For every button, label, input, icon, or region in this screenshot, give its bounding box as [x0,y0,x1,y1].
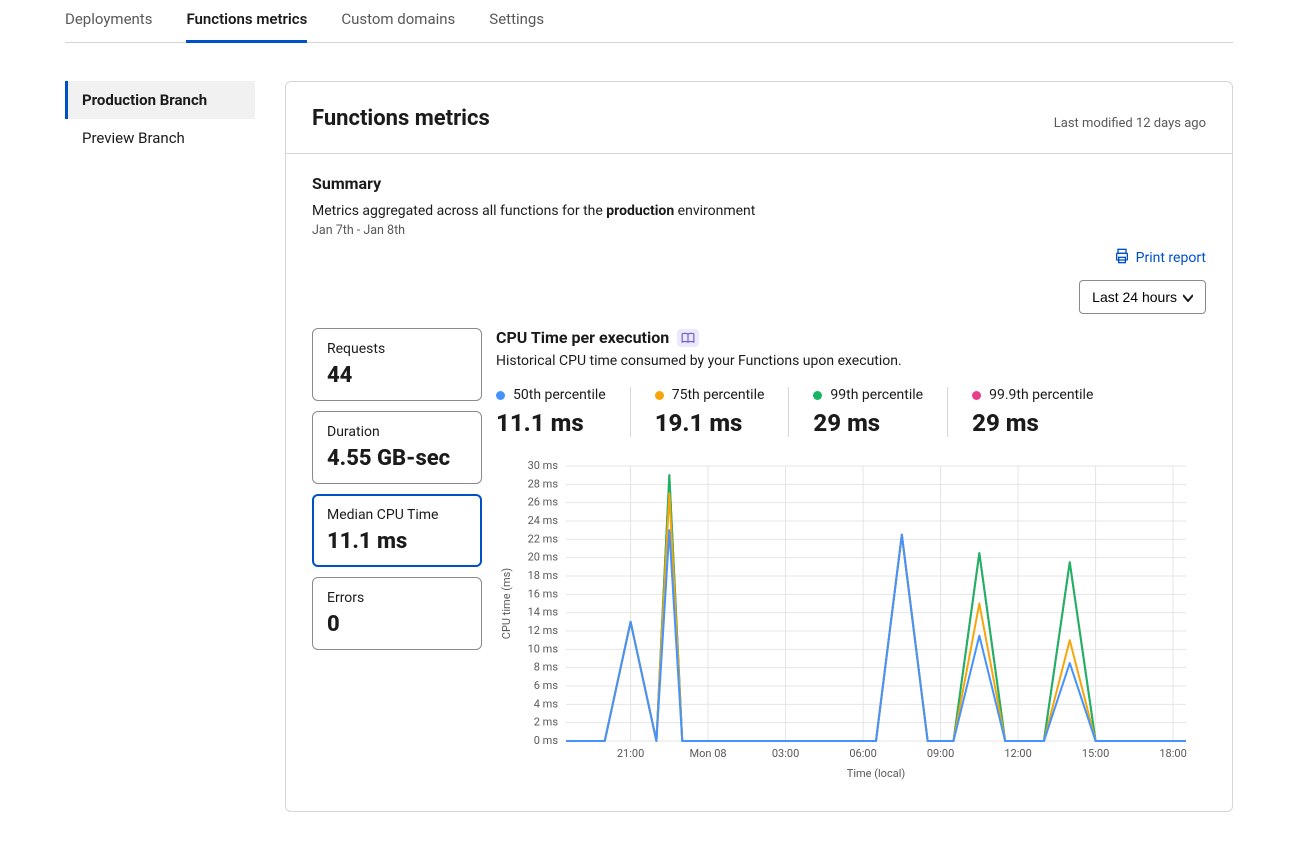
legend-dot [972,391,981,400]
percentile-stat: 75th percentile 19.1 ms [630,387,789,437]
metric-card-median-cpu-time[interactable]: Median CPU Time 11.1 ms [312,494,482,567]
metric-card-label: Median CPU Time [327,507,467,523]
percentile-value: 19.1 ms [655,409,765,437]
svg-text:14 ms: 14 ms [528,606,559,619]
cpu-time-chart: 0 ms 2 ms 4 ms 6 ms 8 ms 10 ms 12 ms 14 ms 16 ms… [496,461,1206,785]
svg-text:8 ms: 8 ms [534,661,559,674]
print-report-link[interactable]: Print report [1114,248,1206,268]
metric-card-requests[interactable]: Requests 44 [312,328,482,401]
summary-title: Summary [312,174,1206,193]
summary-desc: Metrics aggregated across all functions … [312,203,1206,219]
svg-text:12:00: 12:00 [1004,747,1031,760]
metric-card-label: Errors [327,590,467,606]
sidebar-item-preview-branch[interactable]: Preview Branch [65,119,255,157]
tab-custom-domains[interactable]: Custom domains [341,0,455,43]
svg-text:Mon 08: Mon 08 [690,747,727,760]
percentile-stat: 50th percentile 11.1 ms [496,387,630,437]
svg-text:CPU time (ms): CPU time (ms) [500,568,513,640]
percentile-label: 75th percentile [655,387,765,403]
svg-text:28 ms: 28 ms [528,477,559,490]
legend-dot [813,391,822,400]
svg-text:2 ms: 2 ms [534,716,559,729]
svg-text:15:00: 15:00 [1082,747,1109,760]
percentile-stat: 99th percentile 29 ms [788,387,947,437]
svg-text:06:00: 06:00 [849,747,876,760]
metrics-panel: Functions metrics Last modified 12 days … [285,81,1233,812]
svg-text:Time (local): Time (local) [847,767,906,780]
tab-functions-metrics[interactable]: Functions metrics [186,0,307,43]
percentile-value: 29 ms [972,409,1093,437]
svg-text:24 ms: 24 ms [528,514,559,527]
summary-date-range: Jan 7th - Jan 8th [312,223,1206,238]
svg-text:18:00: 18:00 [1159,747,1186,760]
percentile-label: 99.9th percentile [972,387,1093,403]
svg-text:26 ms: 26 ms [528,496,559,509]
metric-card-label: Requests [327,341,467,357]
svg-text:10 ms: 10 ms [528,642,559,655]
svg-text:09:00: 09:00 [927,747,954,760]
svg-text:30 ms: 30 ms [528,459,559,472]
metric-card-value: 11.1 ms [327,529,467,554]
percentile-value: 29 ms [813,409,923,437]
svg-text:21:00: 21:00 [617,747,644,760]
chevron-down-icon [1183,289,1193,305]
svg-text:0 ms: 0 ms [534,734,559,747]
metric-card-duration[interactable]: Duration 4.55 GB-sec [312,411,482,484]
metric-card-errors[interactable]: Errors 0 [312,577,482,650]
chart-desc: Historical CPU time consumed by your Fun… [496,353,1206,369]
print-icon [1114,248,1130,268]
chart-title: CPU Time per execution [496,328,669,347]
metric-cards: Requests 44 Duration 4.55 GB-sec Median CPU … [312,328,482,785]
svg-text:22 ms: 22 ms [528,532,559,545]
last-modified: Last modified 12 days ago [1054,116,1206,131]
legend-dot [496,391,505,400]
metric-card-value: 44 [327,363,467,388]
percentile-label: 50th percentile [496,387,606,403]
side-nav: Production BranchPreview Branch [65,81,255,812]
svg-text:12 ms: 12 ms [528,624,559,637]
svg-text:6 ms: 6 ms [534,679,559,692]
percentile-stats: 50th percentile 11.1 ms 75th percentile 19.… [496,387,1206,437]
percentile-value: 11.1 ms [496,409,606,437]
svg-text:16 ms: 16 ms [528,587,559,600]
percentile-label: 99th percentile [813,387,923,403]
tab-settings[interactable]: Settings [489,0,544,43]
metric-card-label: Duration [327,424,467,440]
tab-deployments[interactable]: Deployments [65,0,152,43]
sidebar-item-production-branch[interactable]: Production Branch [65,81,255,119]
legend-dot [655,391,664,400]
tab-bar: Deployments Functions metrics Custom domai… [65,0,1233,43]
metric-card-value: 0 [327,612,467,637]
svg-text:18 ms: 18 ms [528,569,559,582]
percentile-stat: 99.9th percentile 29 ms [947,387,1117,437]
svg-text:4 ms: 4 ms [534,697,559,710]
svg-text:20 ms: 20 ms [528,551,559,564]
svg-text:03:00: 03:00 [772,747,799,760]
time-range-select[interactable]: Last 24 hours [1079,280,1206,314]
page-title: Functions metrics [312,106,490,131]
docs-icon[interactable] [677,329,699,347]
metric-card-value: 4.55 GB-sec [327,446,467,471]
